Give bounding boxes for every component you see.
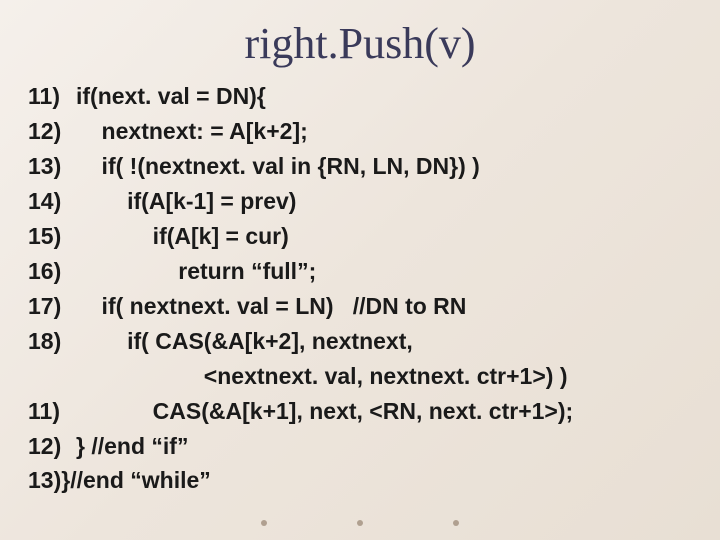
code-line: 18) if( CAS(&A[k+2], nextnext, — [28, 324, 700, 359]
code-line: 13)}//end “while” — [28, 463, 700, 498]
line-number: 15) — [28, 219, 76, 254]
line-number: 11) — [28, 79, 76, 114]
code-line: 13) if( !(nextnext. val in {RN, LN, DN})… — [28, 149, 700, 184]
code-text: if(next. val = DN){ — [76, 83, 266, 109]
code-line: 11)if(next. val = DN){ — [28, 79, 700, 114]
line-number: 12) — [28, 429, 76, 464]
page-title: right.Push(v) — [0, 0, 720, 79]
code-line: <nextnext. val, nextnext. ctr+1>) ) — [28, 359, 700, 394]
code-line: 16) return “full”; — [28, 254, 700, 289]
dot — [453, 520, 459, 526]
code-text: if(A[k-1] = prev) — [76, 188, 296, 214]
code-line: 17) if( nextnext. val = LN) //DN to RN — [28, 289, 700, 324]
code-text: if( !(nextnext. val in {RN, LN, DN}) ) — [76, 153, 480, 179]
line-number: 14) — [28, 184, 76, 219]
code-line: 11) CAS(&A[k+1], next, <RN, next. ctr+1>… — [28, 394, 700, 429]
code-text: if( CAS(&A[k+2], nextnext, — [76, 328, 413, 354]
code-block: 11)if(next. val = DN){12) nextnext: = A[… — [0, 79, 720, 498]
code-line: 12)} //end “if” — [28, 429, 700, 464]
code-text: } //end “if” — [76, 433, 188, 459]
code-text: CAS(&A[k+1], next, <RN, next. ctr+1>); — [76, 398, 573, 424]
line-number: 16) — [28, 254, 76, 289]
slide-dots — [261, 520, 459, 526]
code-line: 14) if(A[k-1] = prev) — [28, 184, 700, 219]
line-number: 11) — [28, 394, 76, 429]
code-text: if(A[k] = cur) — [76, 223, 289, 249]
code-text: nextnext: = A[k+2]; — [76, 118, 308, 144]
dot — [261, 520, 267, 526]
code-text: if( nextnext. val = LN) //DN to RN — [76, 293, 466, 319]
code-text: return “full”; — [76, 258, 316, 284]
dot — [357, 520, 363, 526]
line-number: 12) — [28, 114, 76, 149]
code-line: 15) if(A[k] = cur) — [28, 219, 700, 254]
line-number: 17) — [28, 289, 76, 324]
code-text: <nextnext. val, nextnext. ctr+1>) ) — [76, 363, 567, 389]
line-number: 13) — [28, 149, 76, 184]
line-number: 18) — [28, 324, 76, 359]
code-line: 12) nextnext: = A[k+2]; — [28, 114, 700, 149]
